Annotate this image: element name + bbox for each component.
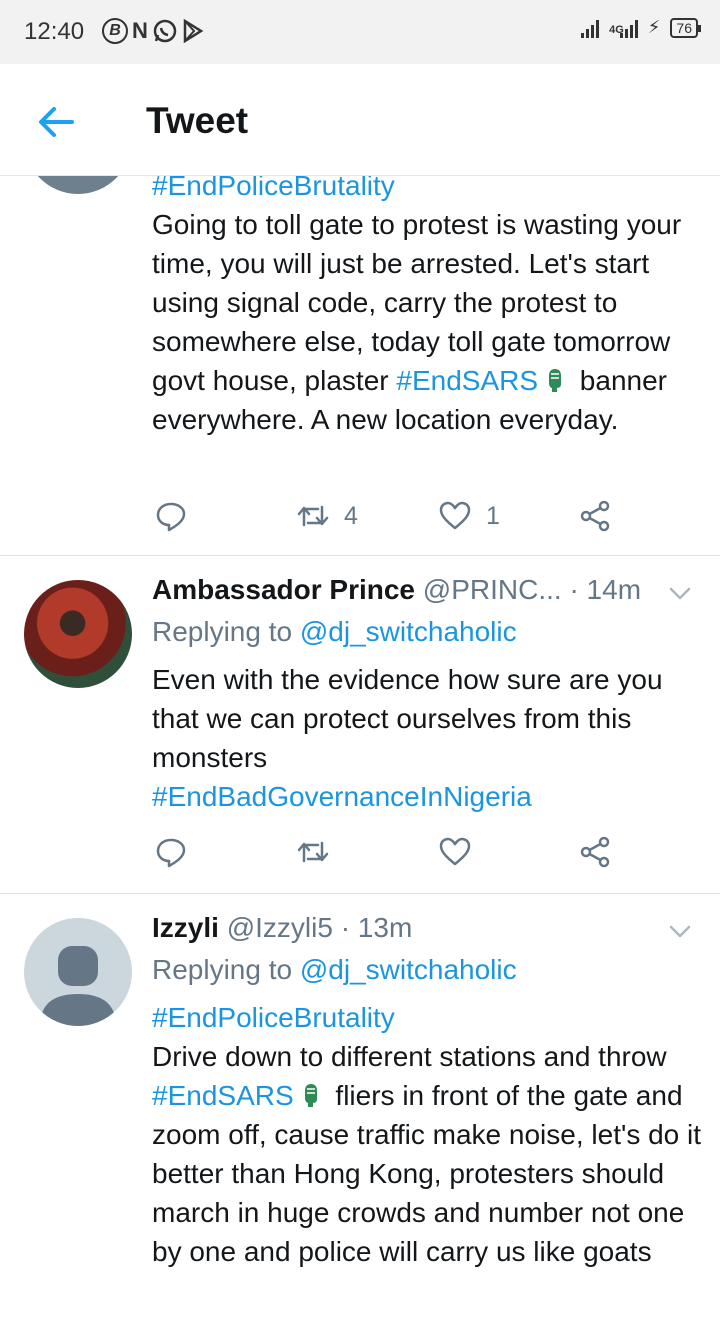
author-handle[interactable]: @PRINC... [423, 574, 562, 605]
retweet-count: 4 [344, 501, 358, 530]
default-avatar-icon [40, 946, 116, 1026]
system-icons: 4G ⚡ 76 [581, 16, 701, 38]
whatsapp-icon [153, 19, 177, 43]
hashtag-link[interactable]: #EndSARS [152, 1080, 294, 1111]
reply-icon [156, 502, 186, 532]
author-name[interactable]: Izzyli [152, 912, 219, 943]
hashtag-link[interactable]: #EndPoliceBrutality [152, 998, 707, 1037]
reply-button[interactable] [154, 496, 188, 536]
tweet-text: #EndPoliceBrutality Going to toll gate t… [152, 166, 707, 439]
charging-icon: ⚡ [647, 17, 661, 37]
tweet-actions [152, 832, 712, 872]
play-store-icon [183, 18, 204, 44]
fist-emoji-icon [304, 1084, 317, 1107]
replying-label: Replying to [152, 616, 300, 647]
retweet-icon [297, 841, 329, 863]
app-header: Tweet [0, 64, 720, 176]
replying-label: Replying to [152, 954, 300, 985]
tweet[interactable]: Ambassador Prince @PRINC... · 14m Replyi… [0, 556, 720, 894]
share-icon [580, 500, 610, 532]
tweet-meta: Ambassador Prince @PRINC... · 14m [152, 574, 641, 606]
mention-link[interactable]: @dj_switchaholic [300, 954, 517, 985]
retweet-button[interactable] [296, 832, 330, 872]
like-button[interactable] [438, 832, 472, 872]
tweet-text: Even with the evidence how sure are you … [152, 660, 707, 816]
tweet-text: #EndPoliceBrutality Drive down to differ… [152, 998, 707, 1271]
tweet-time: · 13m [332, 912, 413, 943]
tweet-meta: Izzyli @Izzyli5 · 13m [152, 912, 412, 944]
status-bar: 12:40 B N 4G ⚡ 76 [0, 0, 720, 64]
network-type: 4G [609, 24, 624, 36]
back-arrow-icon[interactable] [36, 102, 76, 142]
notification-icons: B N [102, 18, 204, 44]
heart-icon [439, 837, 471, 866]
tweet-actions: 4 1 [152, 496, 712, 536]
tweet-time: · 14m [561, 574, 642, 605]
signal-icon [581, 16, 600, 38]
avatar[interactable] [24, 918, 132, 1026]
reply-button[interactable] [154, 832, 188, 872]
hashtag-link[interactable]: #EndBadGovernanceInNigeria [152, 777, 707, 816]
mention-link[interactable]: @dj_switchaholic [300, 616, 517, 647]
chevron-down-icon[interactable] [668, 582, 692, 606]
tweet-text-part: Drive down to different stations and thr… [152, 1041, 667, 1072]
battery-indicator: 76 [670, 18, 701, 38]
replying-to: Replying to @dj_switchaholic [152, 954, 517, 986]
status-time: 12:40 [24, 18, 85, 45]
page-title: Tweet [146, 100, 249, 141]
share-icon [580, 836, 610, 868]
heart-icon [439, 501, 471, 530]
share-button[interactable] [578, 496, 612, 536]
n-app-icon: N [132, 18, 148, 43]
b-app-icon: B [102, 18, 128, 44]
avatar[interactable] [24, 580, 132, 688]
retweet-icon [297, 505, 329, 527]
author-handle[interactable]: @Izzyli5 [227, 912, 333, 943]
like-count: 1 [486, 501, 500, 530]
reply-icon [156, 838, 186, 868]
hashtag-link[interactable]: #EndSARS [396, 365, 538, 396]
author-name[interactable]: Ambassador Prince [152, 574, 415, 605]
share-button[interactable] [578, 832, 612, 872]
tweet[interactable]: #EndPoliceBrutality Going to toll gate t… [0, 86, 720, 556]
tweet-text-part: Even with the evidence how sure are you … [152, 664, 663, 773]
chevron-down-icon[interactable] [668, 920, 692, 944]
tweet[interactable]: Izzyli @Izzyli5 · 13m Replying to @dj_sw… [0, 894, 720, 1320]
fist-emoji-icon [549, 369, 562, 392]
retweet-button[interactable]: 4 [296, 496, 358, 536]
like-button[interactable]: 1 [438, 496, 500, 536]
replying-to: Replying to @dj_switchaholic [152, 616, 517, 648]
